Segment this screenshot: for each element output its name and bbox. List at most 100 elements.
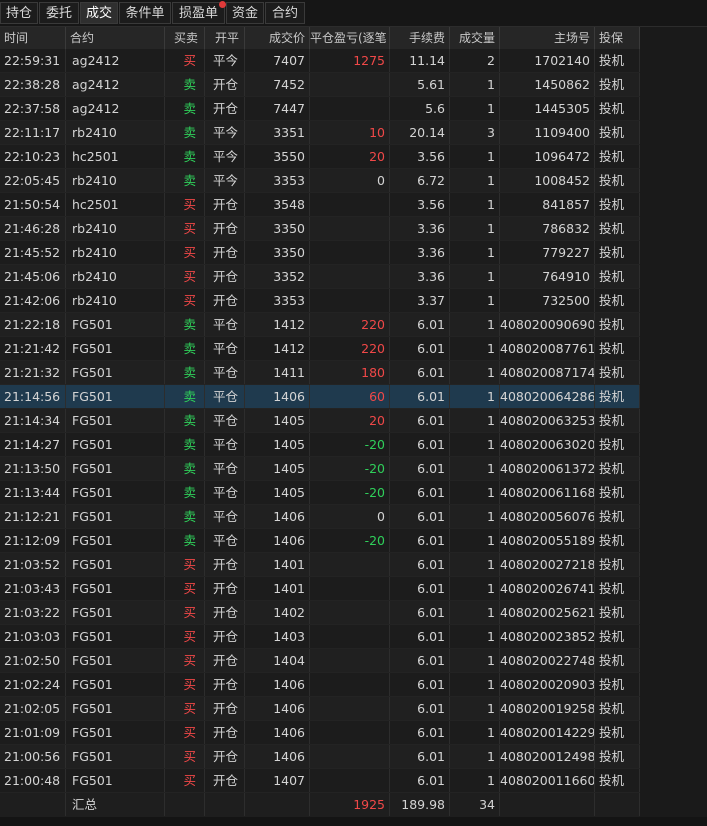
cell-close-pnl: 60 xyxy=(310,385,390,408)
cell-quantity: 1 xyxy=(450,457,500,480)
table-row[interactable]: 21:00:56 FG501 买开仓 1406 6.01 1 4080200124983 投机 xyxy=(0,745,640,769)
header-price[interactable]: 成交价 xyxy=(245,27,310,49)
cell-hedge: 投机 xyxy=(595,481,640,504)
cell-side: 买 xyxy=(165,553,205,576)
cell-fee: 6.01 xyxy=(390,481,450,504)
cell-hedge: 投机 xyxy=(595,433,640,456)
cell-close-pnl: -20 xyxy=(310,457,390,480)
table-row[interactable]: 21:50:54 hc2501 买开仓 3548 3.56 1 841857 投机 xyxy=(0,193,640,217)
cell-fee: 3.56 xyxy=(390,145,450,168)
tab-4[interactable]: 损盈单 xyxy=(172,1,226,24)
header-open-close[interactable]: 开平 xyxy=(205,27,245,49)
cell-time: 21:00:56 xyxy=(0,745,66,768)
table-row[interactable]: 22:10:23 hc2501 卖平今 3550 20 3.56 1 1096472 投机 xyxy=(0,145,640,169)
table-row[interactable]: 21:03:43 FG501 买开仓 1401 6.01 1 4080200267419 投机 xyxy=(0,577,640,601)
cell-time: 21:02:50 xyxy=(0,649,66,672)
cell-close-pnl: 180 xyxy=(310,361,390,384)
cell-open-close: 开仓 xyxy=(205,601,245,624)
cell-quantity: 1 xyxy=(450,73,500,96)
cell-contract: FG501 xyxy=(66,505,165,528)
table-row[interactable]: 21:21:42 FG501 卖平仓 1412 220 6.01 1 408020087761… xyxy=(0,337,640,361)
cell-exchange-id: 779227 xyxy=(500,241,595,264)
tab-1[interactable]: 委托 xyxy=(39,2,79,24)
cell-contract: rb2410 xyxy=(66,121,165,144)
cell-time: 22:59:31 xyxy=(0,49,66,72)
cell-price: 1405 xyxy=(245,433,310,456)
cell-fee: 6.01 xyxy=(390,601,450,624)
table-row[interactable]: 21:02:50 FG501 买开仓 1404 6.01 1 4080200227481 投机 xyxy=(0,649,640,673)
table-row[interactable]: 21:02:05 FG501 买开仓 1406 6.01 1 4080200192582 投机 xyxy=(0,697,640,721)
table-row[interactable]: 21:03:03 FG501 买开仓 1403 6.01 1 4080200238527 投机 xyxy=(0,625,640,649)
table-row[interactable]: 21:45:06 rb2410 买开仓 3352 3.36 1 764910 投机 xyxy=(0,265,640,289)
cell-price: 1406 xyxy=(245,505,310,528)
cell-open-close: 平今 xyxy=(205,145,245,168)
cell-close-pnl: 10 xyxy=(310,121,390,144)
header-fee[interactable]: 手续费 xyxy=(390,27,450,49)
cell-exchange-id: 1109400 xyxy=(500,121,595,144)
cell-hedge: 投机 xyxy=(595,577,640,600)
cell-hedge: 投机 xyxy=(595,49,640,72)
table-row[interactable]: 21:45:52 rb2410 买开仓 3350 3.36 1 779227 投机 xyxy=(0,241,640,265)
cell-fee: 6.01 xyxy=(390,529,450,552)
cell-open-close: 平仓 xyxy=(205,481,245,504)
table-row[interactable]: 22:11:17 rb2410 卖平今 3351 10 20.14 3 1109400 投机 xyxy=(0,121,640,145)
table-row[interactable]: 21:21:32 FG501 卖平仓 1411 180 6.01 1 408020087174… xyxy=(0,361,640,385)
table-row[interactable]: 21:13:50 FG501 卖平仓 1405 -20 6.01 1 408020061372… xyxy=(0,457,640,481)
table-row[interactable]: 21:03:52 FG501 买开仓 1401 6.01 1 4080200272187 投机 xyxy=(0,553,640,577)
header-hedge[interactable]: 投保 xyxy=(595,27,640,49)
cell-side: 卖 xyxy=(165,97,205,120)
table-row[interactable]: 21:22:18 FG501 卖平仓 1412 220 6.01 1 408020090690… xyxy=(0,313,640,337)
table-row[interactable]: 21:12:09 FG501 卖平仓 1406 -20 6.01 1 408020055189… xyxy=(0,529,640,553)
cell-exchange-id: 4080200630204 xyxy=(500,433,595,456)
table-row[interactable]: 21:14:34 FG501 卖平仓 1405 20 6.01 1 4080200632531… xyxy=(0,409,640,433)
table-row[interactable]: 21:42:06 rb2410 买开仓 3353 3.37 1 732500 投机 xyxy=(0,289,640,313)
summary-empty xyxy=(0,793,66,816)
table-row[interactable]: 22:38:28 ag2412 卖开仓 7452 5.61 1 1450862 投机 xyxy=(0,73,640,97)
table-row[interactable]: 22:05:45 rb2410 卖平今 3353 0 6.72 1 1008452 投机 xyxy=(0,169,640,193)
cell-time: 22:37:58 xyxy=(0,97,66,120)
cell-price: 1402 xyxy=(245,601,310,624)
table-row[interactable]: 21:00:48 FG501 买开仓 1407 6.01 1 4080200116608 投机 xyxy=(0,769,640,793)
table-row[interactable]: 22:37:58 ag2412 卖开仓 7447 5.6 1 1445305 投机 xyxy=(0,97,640,121)
cell-quantity: 2 xyxy=(450,49,500,72)
cell-exchange-id: 4080200227481 xyxy=(500,649,595,672)
tab-label: 合约 xyxy=(271,6,298,21)
cell-close-pnl: 0 xyxy=(310,169,390,192)
table-header: 时间 合约 买卖 开平 成交价 平仓盈亏(逐笔 手续费 成交量 主场号 投保 xyxy=(0,27,640,50)
header-quantity[interactable]: 成交量 xyxy=(450,27,500,49)
cell-quantity: 1 xyxy=(450,337,500,360)
cell-side: 买 xyxy=(165,241,205,264)
tab-2[interactable]: 成交 xyxy=(80,2,118,24)
table-row[interactable]: 22:59:31 ag2412 买平今 7407 1275 11.14 2 1702140 投机 xyxy=(0,49,640,73)
cell-hedge: 投机 xyxy=(595,697,640,720)
tab-6[interactable]: 合约 xyxy=(265,2,305,24)
header-side[interactable]: 买卖 xyxy=(165,27,205,49)
tab-5[interactable]: 资金 xyxy=(226,2,264,24)
cell-time: 21:01:09 xyxy=(0,721,66,744)
cell-hedge: 投机 xyxy=(595,73,640,96)
tab-3[interactable]: 条件单 xyxy=(119,2,171,24)
cell-open-close: 平仓 xyxy=(205,409,245,432)
table-row[interactable]: 21:01:09 FG501 买开仓 1406 6.01 1 4080200142290 投机 xyxy=(0,721,640,745)
table-row[interactable]: 21:14:27 FG501 卖平仓 1405 -20 6.01 1 408020063020… xyxy=(0,433,640,457)
cell-time: 21:46:28 xyxy=(0,217,66,240)
cell-time: 21:21:42 xyxy=(0,337,66,360)
tab-0[interactable]: 持仓 xyxy=(0,2,38,24)
table-row[interactable]: 21:12:21 FG501 卖平仓 1406 0 6.01 1 4080200560765 投… xyxy=(0,505,640,529)
tab-label: 资金 xyxy=(231,6,258,21)
header-exchange-id[interactable]: 主场号 xyxy=(500,27,595,49)
cell-quantity: 1 xyxy=(450,145,500,168)
table-row[interactable]: 21:13:44 FG501 卖平仓 1405 -20 6.01 1 408020061168… xyxy=(0,481,640,505)
header-time[interactable]: 时间 xyxy=(0,27,66,49)
table-row[interactable]: 21:46:28 rb2410 买开仓 3350 3.36 1 786832 投机 xyxy=(0,217,640,241)
table-row[interactable]: 21:03:22 FG501 买开仓 1402 6.01 1 4080200256219 投机 xyxy=(0,601,640,625)
header-contract[interactable]: 合约 xyxy=(66,27,165,49)
header-close-pnl[interactable]: 平仓盈亏(逐笔 xyxy=(310,27,390,49)
cell-quantity: 1 xyxy=(450,217,500,240)
cell-hedge: 投机 xyxy=(595,745,640,768)
table-row[interactable]: 21:14:56 FG501 卖平仓 1406 60 6.01 1 4080200642865… xyxy=(0,385,640,409)
table-row[interactable]: 21:02:24 FG501 买开仓 1406 6.01 1 4080200209036 投机 xyxy=(0,673,640,697)
cell-fee: 6.01 xyxy=(390,769,450,792)
cell-hedge: 投机 xyxy=(595,409,640,432)
cell-quantity: 1 xyxy=(450,241,500,264)
